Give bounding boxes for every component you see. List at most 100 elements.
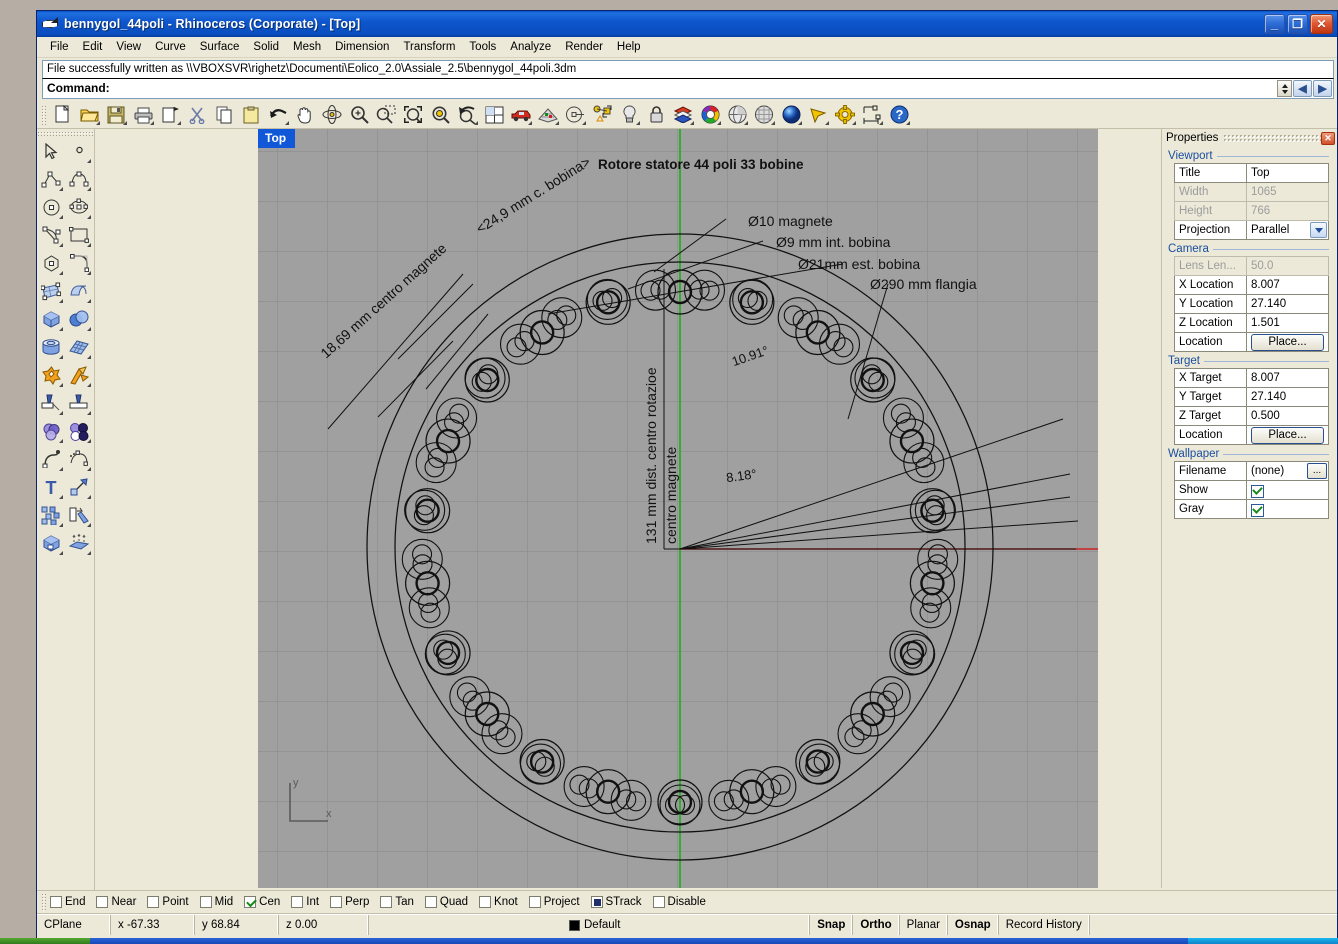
osnap-int[interactable]: Int [291, 896, 319, 908]
zoom-previous-icon[interactable] [454, 103, 480, 127]
left-toolbar-grip[interactable] [37, 131, 94, 136]
checkbox[interactable] [50, 896, 62, 908]
object-properties-icon[interactable] [589, 103, 615, 127]
extrude-surface-icon[interactable] [65, 277, 93, 305]
property-value[interactable]: Top [1246, 163, 1329, 183]
checkbox[interactable] [1251, 503, 1264, 517]
osnap-quad[interactable]: Quad [424, 896, 468, 908]
box-edit-icon[interactable] [37, 529, 65, 557]
select-arrow-icon[interactable] [805, 103, 831, 127]
select-arrow-icon[interactable] [37, 137, 65, 165]
checkbox[interactable] [96, 896, 109, 908]
checkbox[interactable] [199, 896, 212, 908]
property-value[interactable]: Parallel [1246, 220, 1329, 240]
copy-move-icon[interactable] [65, 501, 93, 529]
circle-center-icon[interactable] [562, 103, 588, 127]
viewport-title-label[interactable]: Top [258, 129, 296, 148]
shade-sphere-icon[interactable] [724, 103, 750, 127]
boolean-difference-icon[interactable] [65, 417, 93, 445]
osnap-cen[interactable]: Cen [244, 896, 280, 908]
named-view-icon[interactable] [508, 103, 534, 127]
osnap-knot[interactable]: Knot [479, 896, 518, 908]
zoom-selected-icon[interactable] [427, 103, 453, 127]
print-icon[interactable] [130, 103, 156, 127]
osnap-strack[interactable]: STrack [590, 896, 642, 908]
blend-curve-icon[interactable] [37, 445, 65, 473]
command-input[interactable]: Command: [43, 79, 1277, 98]
snap-toggle[interactable]: Snap [810, 915, 854, 935]
checkbox[interactable] [1251, 484, 1264, 498]
minimize-button[interactable]: _ [1264, 14, 1285, 34]
sphere-boolean-icon[interactable] [65, 305, 93, 333]
osnap-disable[interactable]: Disable [652, 896, 706, 908]
property-value[interactable]: 0.500 [1246, 406, 1329, 426]
checkbox[interactable] [424, 896, 437, 908]
menu-transform[interactable]: Transform [396, 39, 462, 55]
start-button[interactable] [0, 938, 90, 944]
menu-file[interactable]: File [43, 39, 76, 55]
point-icon[interactable] [65, 137, 93, 165]
restore-button[interactable]: ❐ [1287, 14, 1308, 34]
ghosted-sphere-icon[interactable] [751, 103, 777, 127]
light-bulb-icon[interactable] [616, 103, 642, 127]
polyline-icon[interactable] [37, 165, 65, 193]
osnap-near[interactable]: Near [96, 896, 136, 908]
panel-drag-grip[interactable] [1223, 134, 1321, 142]
checkbox[interactable] [528, 896, 541, 908]
close-button[interactable]: ✕ [1310, 14, 1333, 34]
planar-toggle[interactable]: Planar [900, 915, 948, 935]
osnap-perp[interactable]: Perp [330, 896, 369, 908]
undo-icon[interactable] [265, 103, 291, 127]
rectangle-icon[interactable] [65, 221, 93, 249]
scale-icon[interactable] [65, 473, 93, 501]
property-value[interactable]: Place... [1246, 425, 1329, 445]
checkbox[interactable] [590, 896, 603, 908]
property-value[interactable] [1246, 480, 1329, 500]
place-button[interactable]: Place... [1251, 426, 1324, 444]
property-value[interactable]: Place... [1246, 332, 1329, 352]
menu-edit[interactable]: Edit [76, 39, 110, 55]
toolbar-grip[interactable] [41, 104, 46, 125]
render-sphere-icon[interactable] [778, 103, 804, 127]
osnap-grip[interactable] [41, 893, 46, 911]
curve-edit-points-icon[interactable] [65, 445, 93, 473]
property-value[interactable]: 8.007 [1246, 368, 1329, 388]
menu-render[interactable]: Render [558, 39, 610, 55]
zoom-window-icon[interactable] [373, 103, 399, 127]
menu-tools[interactable]: Tools [462, 39, 503, 55]
box-solid-icon[interactable] [37, 305, 65, 333]
browse-button[interactable]: ... [1307, 463, 1327, 479]
ellipse-icon[interactable] [65, 193, 93, 221]
cylinder-icon[interactable] [37, 333, 65, 361]
zoom-extents-icon[interactable] [400, 103, 426, 127]
options-gear-icon[interactable] [832, 103, 858, 127]
curve-icon[interactable] [65, 165, 93, 193]
scissors-cut-icon[interactable] [184, 103, 210, 127]
text-tool-icon[interactable]: T [37, 473, 65, 501]
menu-mesh[interactable]: Mesh [286, 39, 328, 55]
extrude-arrows-icon[interactable] [65, 529, 93, 557]
surface-from-points-icon[interactable] [37, 277, 65, 305]
property-value[interactable]: 8.007 [1246, 275, 1329, 295]
property-value[interactable]: 27.140 [1246, 387, 1329, 407]
osnap-point[interactable]: Point [147, 896, 189, 908]
menu-help[interactable]: Help [610, 39, 648, 55]
property-value[interactable] [1246, 499, 1329, 519]
paste-icon[interactable] [238, 103, 264, 127]
cplane-indicator[interactable]: CPlane [37, 915, 111, 935]
osnap-tan[interactable]: Tan [380, 896, 414, 908]
menu-surface[interactable]: Surface [193, 39, 247, 55]
checkbox[interactable] [291, 896, 304, 908]
menu-curve[interactable]: Curve [148, 39, 193, 55]
save-icon[interactable] [103, 103, 129, 127]
menu-solid[interactable]: Solid [246, 39, 286, 55]
circle-icon[interactable] [37, 193, 65, 221]
boolean-union-icon[interactable] [37, 417, 65, 445]
checkbox[interactable] [652, 896, 665, 908]
osnap-project[interactable]: Project [528, 896, 580, 908]
pan-hand-icon[interactable] [292, 103, 318, 127]
command-spinner[interactable] [1277, 80, 1292, 97]
dimension-icon[interactable] [859, 103, 885, 127]
cut-plane-icon[interactable] [157, 103, 183, 127]
trim-icon[interactable] [37, 389, 65, 417]
